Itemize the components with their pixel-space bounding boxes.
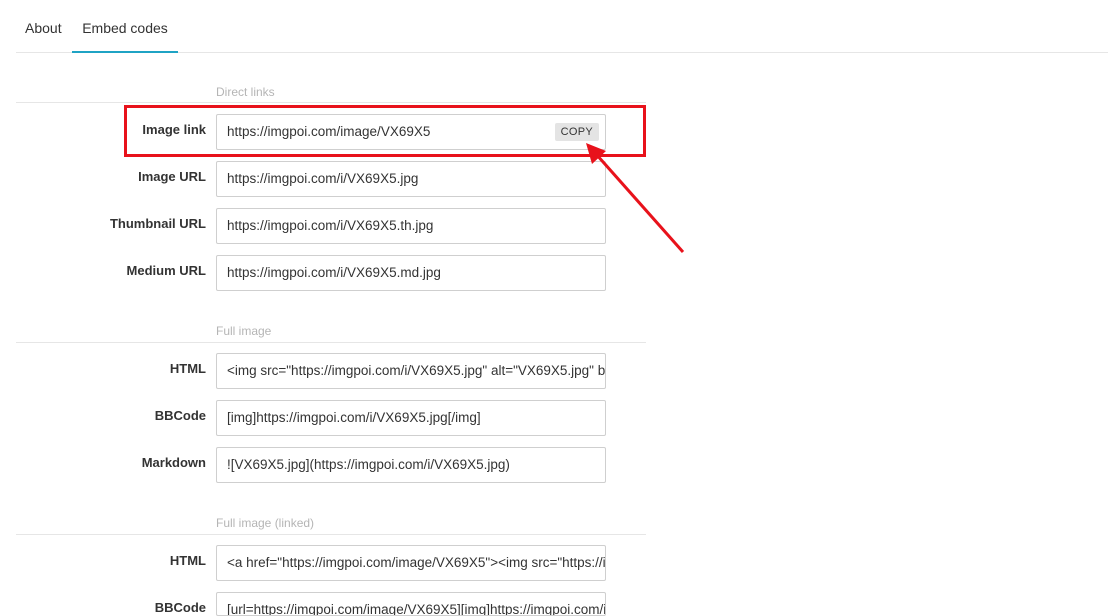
annotation-arrow [586,143,685,253]
